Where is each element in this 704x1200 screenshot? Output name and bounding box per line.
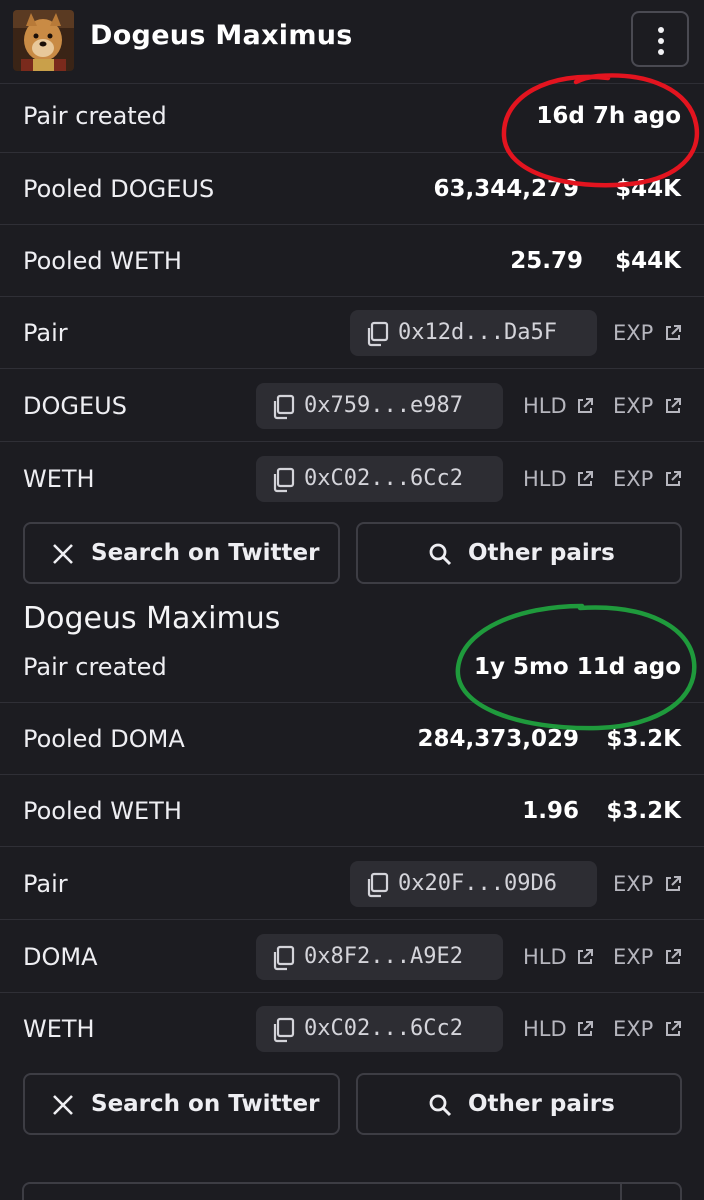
weth-holders-link[interactable]: HLD bbox=[523, 456, 595, 502]
search-icon bbox=[429, 543, 452, 566]
external-link-icon bbox=[666, 876, 681, 891]
token-holders-link[interactable]: HLD bbox=[523, 934, 595, 980]
search-twitter-button[interactable]: Search on Twitter bbox=[23, 522, 340, 584]
token-address-row: DOMA 0x8F2...A9E2 HLD EXP bbox=[0, 921, 704, 993]
pair-address-chip[interactable]: 0x20F...09D6 bbox=[350, 861, 597, 907]
copy-icon bbox=[273, 945, 295, 971]
token-explorer-link[interactable]: EXP bbox=[613, 934, 683, 980]
external-link-icon bbox=[666, 949, 681, 964]
token-address: 0x8F2...A9E2 bbox=[304, 944, 463, 969]
token-address: 0x759...e987 bbox=[304, 393, 463, 418]
token-label: DOGEUS bbox=[23, 392, 127, 420]
external-link-icon bbox=[666, 471, 681, 486]
other-pairs-button[interactable]: Other pairs bbox=[356, 1073, 682, 1135]
external-link-icon bbox=[666, 1021, 681, 1036]
kebab-menu-icon bbox=[658, 27, 664, 33]
pair-created-row: Pair created 1y 5mo 11d ago bbox=[0, 641, 704, 703]
pooled-weth-row: Pooled WETH 25.79 $44K bbox=[0, 225, 704, 297]
pair-address: 0x12d...Da5F bbox=[398, 320, 557, 345]
pooled-token-row: Pooled DOGEUS 63,344,279 $44K bbox=[0, 153, 704, 225]
app-title: Dogeus Maximus bbox=[90, 20, 353, 51]
weth-address-chip[interactable]: 0xC02...6Cc2 bbox=[256, 1006, 503, 1052]
app-header: Dogeus Maximus bbox=[0, 0, 704, 84]
pooled-token-amount: 284,373,029 bbox=[417, 726, 579, 752]
search-twitter-button[interactable]: Search on Twitter bbox=[23, 1073, 340, 1135]
pair-created-label: Pair created bbox=[23, 653, 167, 681]
external-link-icon bbox=[578, 471, 593, 486]
next-section-edge bbox=[22, 1182, 682, 1200]
pooled-weth-label: Pooled WETH bbox=[23, 797, 182, 825]
pair-address: 0x20F...09D6 bbox=[398, 871, 557, 896]
weth-address: 0xC02...6Cc2 bbox=[304, 466, 463, 491]
external-link-icon bbox=[666, 325, 681, 340]
pooled-token-label: Pooled DOMA bbox=[23, 725, 185, 753]
token-address-row: DOGEUS 0x759...e987 HLD EXP bbox=[0, 370, 704, 442]
token-label: DOMA bbox=[23, 943, 98, 971]
pooled-token-row: Pooled DOMA 284,373,029 $3.2K bbox=[0, 703, 704, 775]
weth-address-row: WETH 0xC02...6Cc2 HLD EXP bbox=[0, 443, 704, 515]
pooled-token-usd: $3.2K bbox=[606, 726, 681, 752]
copy-icon bbox=[367, 321, 389, 347]
pair-label: Pair bbox=[23, 319, 68, 347]
x-logo-icon bbox=[53, 544, 73, 564]
pair-created-label: Pair created bbox=[23, 102, 167, 130]
pair-explorer-link[interactable]: EXP bbox=[613, 861, 683, 907]
pair-created-value: 1y 5mo 11d ago bbox=[473, 654, 681, 680]
pooled-weth-usd: $44K bbox=[615, 248, 681, 274]
search-icon bbox=[429, 1094, 452, 1117]
pair-address-row: Pair 0x12d...Da5F EXP bbox=[0, 297, 704, 369]
token-avatar bbox=[13, 10, 74, 71]
pooled-weth-usd: $3.2K bbox=[606, 798, 681, 824]
pair-explorer-link[interactable]: EXP bbox=[613, 310, 683, 356]
weth-label: WETH bbox=[23, 465, 95, 493]
pooled-token-amount: 63,344,279 bbox=[433, 176, 579, 202]
x-logo-icon bbox=[53, 1095, 73, 1115]
pooled-weth-amount: 1.96 bbox=[522, 798, 579, 824]
weth-holders-link[interactable]: HLD bbox=[523, 1006, 595, 1052]
pair-label: Pair bbox=[23, 870, 68, 898]
section-title: Dogeus Maximus bbox=[23, 601, 281, 636]
token-address-chip[interactable]: 0x8F2...A9E2 bbox=[256, 934, 503, 980]
pair-created-row: Pair created 16d 7h ago bbox=[0, 84, 704, 153]
weth-address-row: WETH 0xC02...6Cc2 HLD EXP bbox=[0, 993, 704, 1065]
pooled-token-label: Pooled DOGEUS bbox=[23, 175, 215, 203]
copy-icon bbox=[273, 467, 295, 493]
copy-icon bbox=[273, 394, 295, 420]
token-address-chip[interactable]: 0x759...e987 bbox=[256, 383, 503, 429]
weth-explorer-link[interactable]: EXP bbox=[613, 1006, 683, 1052]
pooled-token-usd: $44K bbox=[615, 176, 681, 202]
copy-icon bbox=[367, 872, 389, 898]
more-menu-button[interactable] bbox=[631, 11, 689, 67]
other-pairs-button[interactable]: Other pairs bbox=[356, 522, 682, 584]
weth-address: 0xC02...6Cc2 bbox=[304, 1016, 463, 1041]
external-link-icon bbox=[666, 398, 681, 413]
pooled-weth-row: Pooled WETH 1.96 $3.2K bbox=[0, 775, 704, 847]
pair-created-value: 16d 7h ago bbox=[536, 103, 681, 129]
external-link-icon bbox=[578, 949, 593, 964]
weth-address-chip[interactable]: 0xC02...6Cc2 bbox=[256, 456, 503, 502]
token-explorer-link[interactable]: EXP bbox=[613, 383, 683, 429]
pooled-weth-label: Pooled WETH bbox=[23, 247, 182, 275]
token-holders-link[interactable]: HLD bbox=[523, 383, 595, 429]
pair-address-chip[interactable]: 0x12d...Da5F bbox=[350, 310, 597, 356]
weth-explorer-link[interactable]: EXP bbox=[613, 456, 683, 502]
pooled-weth-amount: 25.79 bbox=[510, 248, 583, 274]
external-link-icon bbox=[578, 1021, 593, 1036]
weth-label: WETH bbox=[23, 1015, 95, 1043]
copy-icon bbox=[273, 1017, 295, 1043]
external-link-icon bbox=[578, 398, 593, 413]
pair-address-row: Pair 0x20F...09D6 EXP bbox=[0, 848, 704, 920]
